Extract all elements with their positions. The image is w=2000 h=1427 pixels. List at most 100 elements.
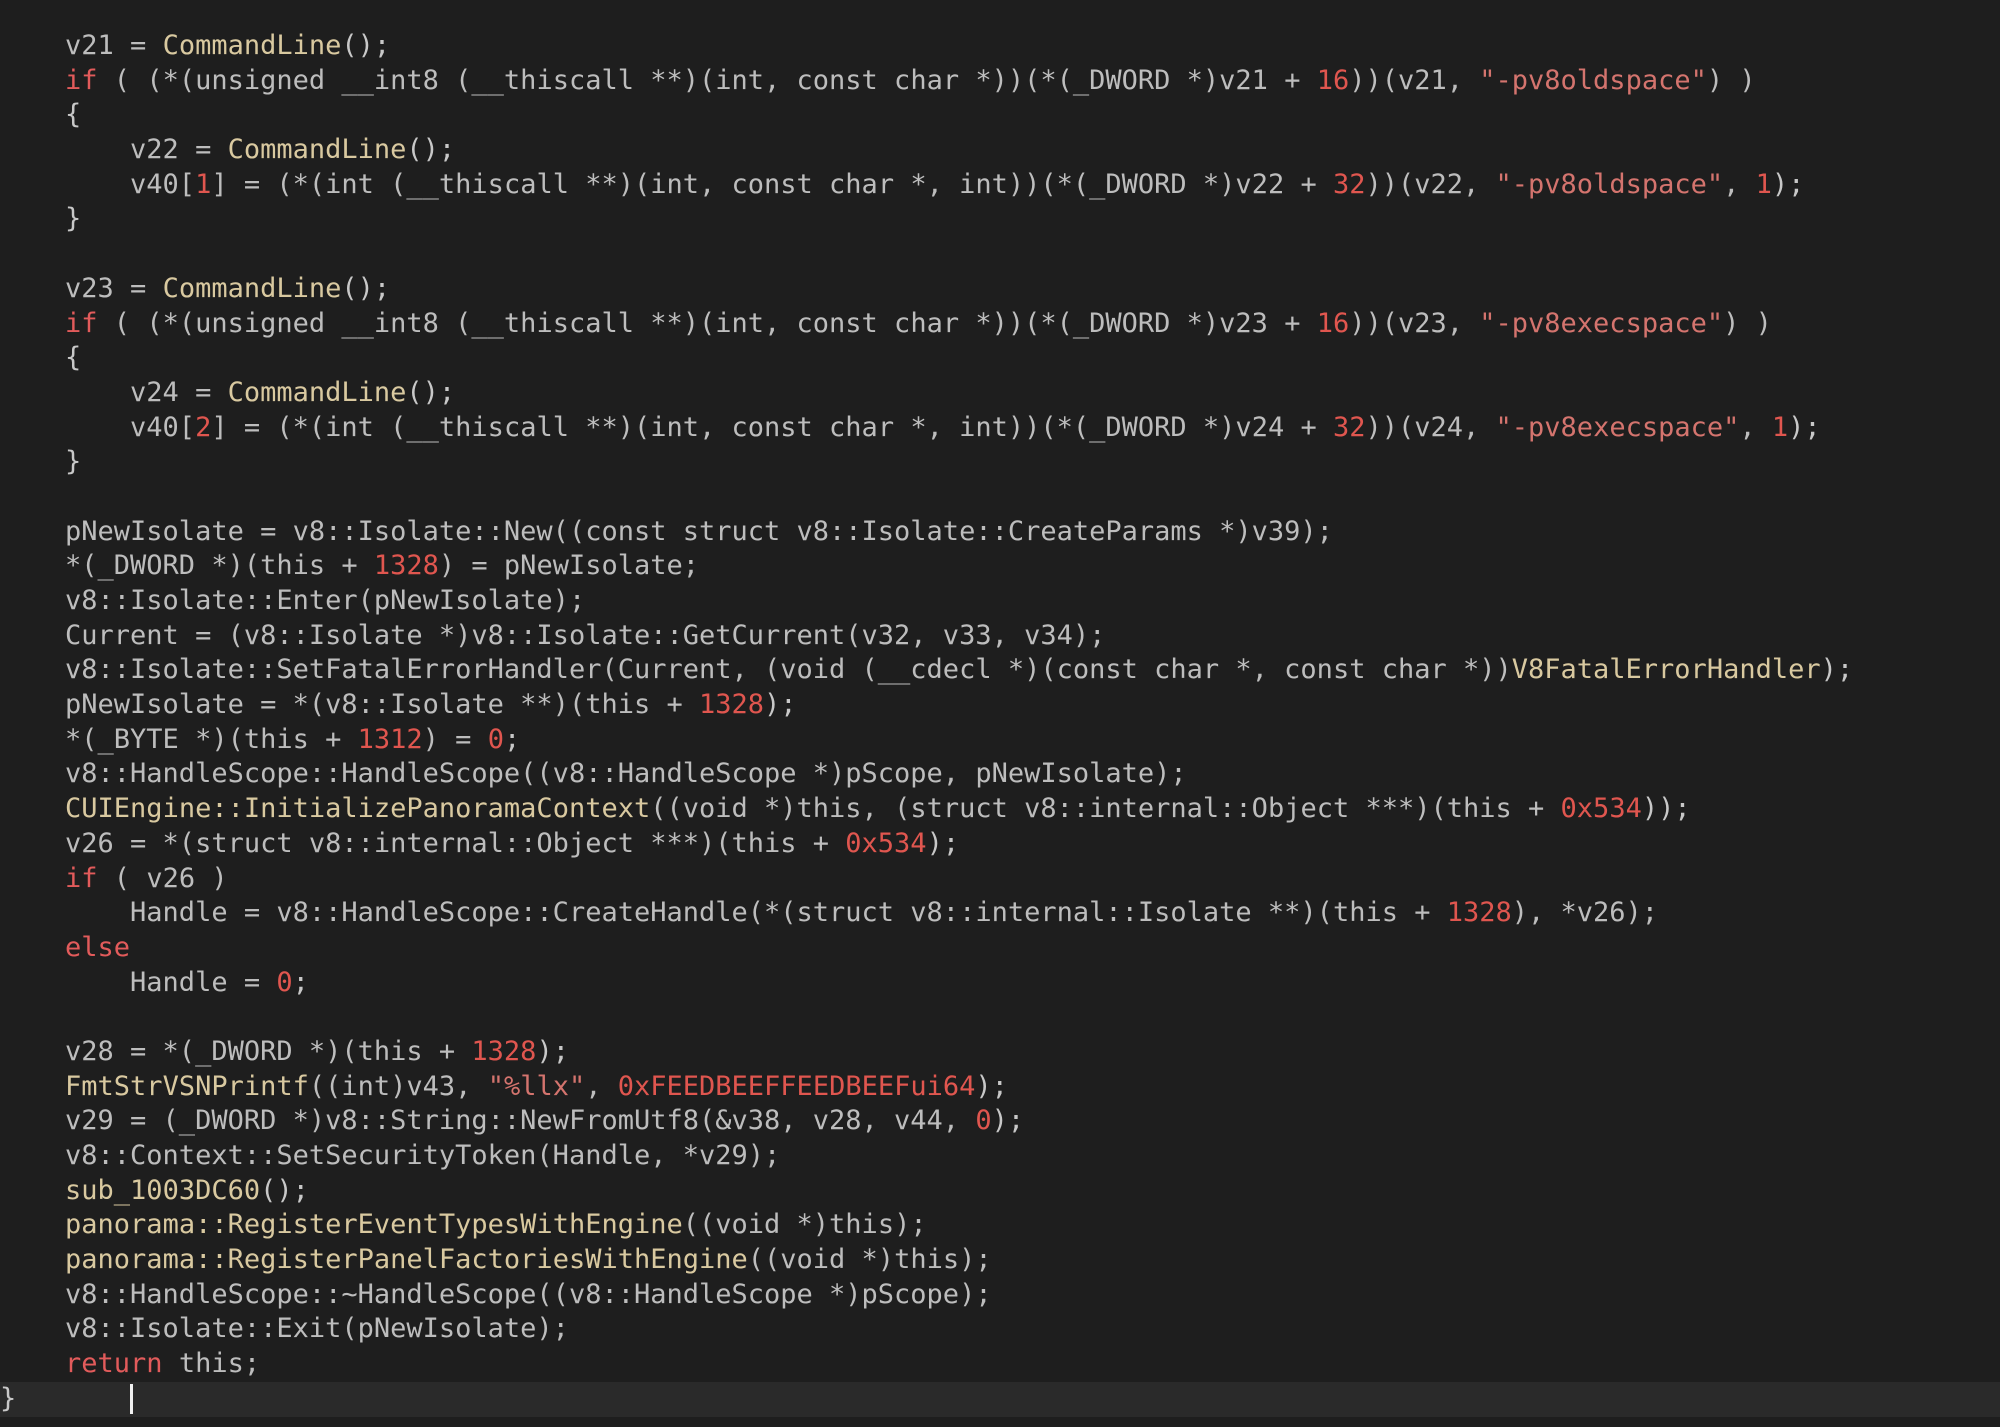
code-token: , — [585, 1070, 618, 1102]
code-token: ); — [1788, 411, 1821, 443]
code-line[interactable]: Current = (v8::Isolate *)v8::Isolate::Ge… — [0, 619, 2000, 654]
code-token: ))(v23, — [1349, 307, 1480, 339]
code-line[interactable]: v23 = CommandLine(); — [0, 272, 2000, 307]
code-token: , — [1739, 411, 1772, 443]
code-token: ] = (*(int (__thiscall **)(int, const ch… — [211, 411, 1333, 443]
code-token: , — [1723, 168, 1756, 200]
code-line[interactable]: if ( (*(unsigned __int8 (__thiscall **)(… — [0, 64, 2000, 99]
code-line[interactable]: v29 = (_DWORD *)v8::String::NewFromUtf8(… — [0, 1104, 2000, 1139]
code-token: ) ) — [1706, 64, 1756, 96]
code-token: 2 — [195, 411, 212, 443]
code-token: ))(v24, — [1365, 411, 1496, 443]
code-line[interactable]: sub_1003DC60(); — [0, 1174, 2000, 1209]
code-token: ; — [292, 966, 309, 998]
code-line[interactable] — [0, 1000, 2000, 1035]
code-token: 0xFEEDBEEFFEEDBEEFui64 — [617, 1070, 976, 1102]
code-line[interactable]: v40[2] = (*(int (__thiscall **)(int, con… — [0, 411, 2000, 446]
code-token: ) ) — [1723, 307, 1772, 339]
code-token: CommandLine — [162, 272, 342, 304]
code-token: CommandLine — [162, 30, 342, 61]
code-token: 0 — [487, 723, 504, 755]
code-token: (); — [341, 30, 391, 61]
code-token: if — [65, 307, 98, 339]
code-line[interactable]: v21 = CommandLine(); — [0, 29, 2000, 64]
code-line[interactable]: panorama::RegisterEventTypesWithEngine((… — [0, 1208, 2000, 1243]
code-line[interactable]: *(_BYTE *)(this + 1312) = 0; — [0, 723, 2000, 758]
code-token: this; — [162, 1348, 261, 1380]
code-editor[interactable]: v21 = CommandLine(); if ( (*(unsigned __… — [0, 29, 2000, 1417]
code-token: v26 = *(struct v8::internal::Object ***)… — [0, 827, 846, 859]
code-token: ] = (*(int (__thiscall **)(int, const ch… — [211, 168, 1333, 200]
code-token: *(_BYTE *)(this + — [0, 723, 358, 755]
code-token: 0x534 — [845, 827, 927, 859]
code-line[interactable]: *(_DWORD *)(this + 1328) = pNewIsolate; — [0, 549, 2000, 584]
code-token: CommandLine — [227, 376, 407, 408]
code-token: (); — [406, 134, 456, 166]
code-line[interactable]: if ( v26 ) — [0, 862, 2000, 897]
code-line[interactable]: Handle = v8::HandleScope::CreateHandle(*… — [0, 896, 2000, 931]
code-line[interactable]: v8::Isolate::SetFatalErrorHandler(Curren… — [0, 653, 2000, 688]
code-token: ((int)v43, — [308, 1070, 488, 1102]
code-token: (); — [260, 1174, 309, 1206]
code-token: if — [65, 862, 98, 894]
code-line[interactable]: } — [0, 1381, 2000, 1417]
code-line[interactable]: FmtStrVSNPrintf((int)v43, "%llx", 0xFEED… — [0, 1070, 2000, 1105]
code-token: (); — [406, 376, 456, 408]
code-line[interactable]: v8::Isolate::Exit(pNewIsolate); — [0, 1312, 2000, 1347]
code-line[interactable]: { — [0, 341, 2000, 376]
code-line[interactable]: v8::HandleScope::~HandleScope((v8::Handl… — [0, 1278, 2000, 1313]
code-token: 16 — [1316, 64, 1350, 96]
code-line[interactable]: v26 = *(struct v8::internal::Object ***)… — [0, 827, 2000, 862]
code-line[interactable]: } — [0, 202, 2000, 237]
code-line[interactable]: v28 = *(_DWORD *)(this + 1328); — [0, 1035, 2000, 1070]
code-token: v40[ — [0, 168, 196, 200]
code-token: v8::Isolate::Exit(pNewIsolate); — [0, 1313, 569, 1345]
code-token: Handle = — [0, 966, 277, 998]
code-token: if — [65, 64, 98, 96]
code-line[interactable]: Handle = 0; — [0, 966, 2000, 1001]
code-token: 1 — [195, 168, 212, 200]
code-line[interactable]: v8::Isolate::Enter(pNewIsolate); — [0, 584, 2000, 619]
code-token: 16 — [1316, 307, 1350, 339]
code-line[interactable]: v8::HandleScope::HandleScope((v8::Handle… — [0, 757, 2000, 792]
code-token: v23 = — [0, 272, 163, 304]
code-token: } — [0, 1382, 17, 1414]
code-token: 1328 — [698, 689, 765, 721]
code-token: v8::HandleScope::~HandleScope((v8::Handl… — [0, 1278, 992, 1310]
code-token: 1 — [1771, 411, 1789, 443]
code-line[interactable]: pNewIsolate = *(v8::Isolate **)(this + 1… — [0, 688, 2000, 723]
code-token: } — [0, 203, 82, 235]
code-line[interactable]: v8::Context::SetSecurityToken(Handle, *v… — [0, 1139, 2000, 1174]
code-line[interactable] — [0, 480, 2000, 515]
code-line[interactable]: v22 = CommandLine(); — [0, 133, 2000, 168]
code-token: "-pv8oldspace" — [1479, 64, 1707, 96]
code-line[interactable]: if ( (*(unsigned __int8 (__thiscall **)(… — [0, 307, 2000, 342]
code-line[interactable]: else — [0, 931, 2000, 966]
code-token: *(_DWORD *)(this + — [0, 550, 374, 582]
code-token: v29 = (_DWORD *)v8::String::NewFromUtf8(… — [0, 1105, 976, 1137]
code-line[interactable]: v40[1] = (*(int (__thiscall **)(int, con… — [0, 168, 2000, 203]
code-line[interactable] — [0, 237, 2000, 272]
code-token: 32 — [1332, 168, 1366, 200]
code-line[interactable]: pNewIsolate = v8::Isolate::New((const st… — [0, 515, 2000, 550]
code-line[interactable]: CUIEngine::InitializePanoramaContext((vo… — [0, 792, 2000, 827]
code-token: ); — [926, 827, 960, 859]
code-line[interactable]: return this; — [0, 1347, 2000, 1382]
code-token: ( v26 ) — [97, 862, 228, 894]
code-line[interactable]: } — [0, 445, 2000, 480]
code-token: V8FatalErrorHandler — [1511, 654, 1821, 686]
code-line[interactable]: v24 = CommandLine(); — [0, 376, 2000, 411]
code-token: v24 = — [0, 376, 228, 408]
code-token: sub_1003DC60 — [65, 1174, 261, 1206]
code-line[interactable]: { — [0, 98, 2000, 133]
code-token: return — [65, 1348, 163, 1380]
code-line[interactable]: panorama::RegisterPanelFactoriesWithEngi… — [0, 1243, 2000, 1278]
code-token: ) = — [422, 723, 488, 755]
code-token: ); — [536, 1035, 569, 1067]
